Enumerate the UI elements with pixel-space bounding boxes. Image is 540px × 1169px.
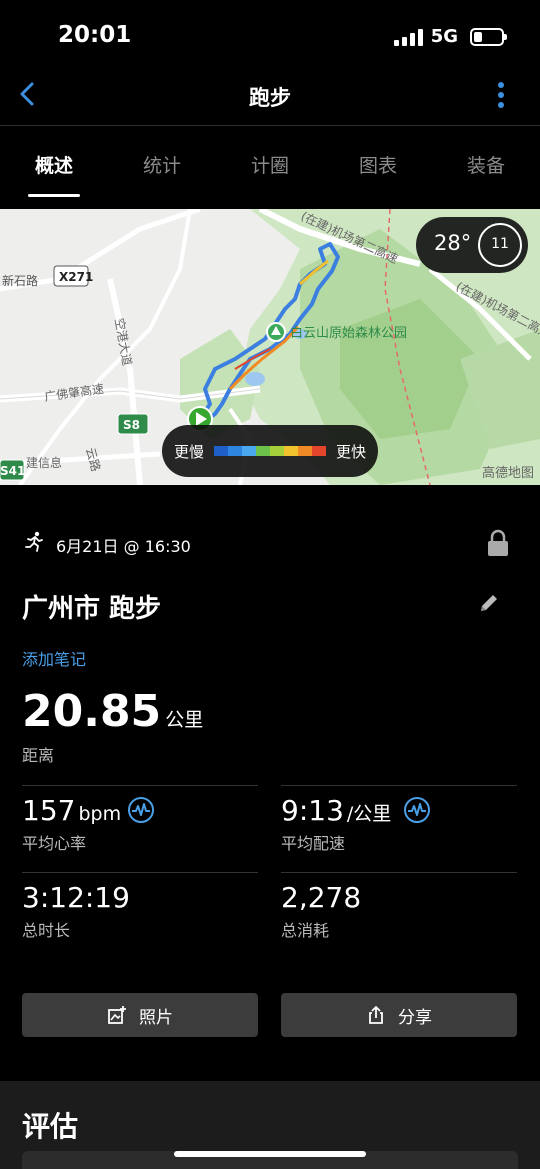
- avg-pace-label: 平均配速: [281, 834, 346, 853]
- more-options-icon[interactable]: [496, 81, 506, 109]
- activity-date: 6月21日 @ 16:30: [56, 537, 191, 556]
- map-label-x271: X271: [59, 270, 93, 284]
- distance-unit: 公里: [165, 709, 204, 731]
- edit-pencil-icon[interactable]: [478, 592, 500, 614]
- calories-stat: 2,278 总消耗: [281, 872, 517, 958]
- distance-value: 20.85: [22, 686, 162, 737]
- tab-gear[interactable]: 装备: [432, 127, 540, 207]
- lock-icon[interactable]: [486, 528, 510, 558]
- assessment-title: 评估: [22, 1110, 79, 1143]
- legend-fast-label: 更快: [335, 443, 366, 461]
- avg-heart-rate-stat: 157 bpm 平均心率: [22, 785, 258, 871]
- map-label-yunlu: 云路: [83, 446, 104, 473]
- weather-badge: 28° 11: [416, 217, 528, 273]
- navigation-bar: 跑步: [0, 72, 540, 126]
- map-label-s41: S41: [0, 464, 25, 478]
- pace-color-7: [298, 446, 312, 456]
- route-map[interactable]: 新石路 X271 白云山原始森林公园 (在建)机场第二高速 (在建)机场第二高速…: [0, 209, 540, 485]
- avg-hr-value: 157: [22, 794, 76, 827]
- avg-hr-unit: bpm: [78, 803, 122, 825]
- photos-button[interactable]: 照片: [22, 993, 258, 1037]
- battery-icon: [470, 27, 507, 46]
- map-label-park: 白云山原始森林公园: [290, 325, 407, 341]
- pace-color-3: [242, 446, 256, 456]
- avg-pace-stat: 9:13/公里 平均配速: [281, 785, 517, 871]
- tab-charts[interactable]: 图表: [324, 127, 432, 207]
- legend-slow-label: 更慢: [174, 443, 205, 461]
- pace-chart-icon[interactable]: [403, 796, 431, 824]
- pace-color-5: [270, 446, 284, 456]
- map-label-guangfo: 广佛肇高速: [43, 381, 105, 404]
- map-label-jinxinxi: 建信息: [26, 455, 62, 470]
- pace-color-8: [312, 446, 326, 456]
- map-label-s8: S8: [123, 418, 140, 432]
- calories-value: 2,278: [281, 881, 362, 914]
- duration-stat: 3:12:19 总时长: [22, 872, 258, 958]
- temperature-text: 28°: [434, 231, 472, 255]
- activity-meta: 6月21日 @ 16:30: [22, 528, 518, 560]
- map-label-konggang: 空港大道: [112, 317, 134, 367]
- pace-color-scale: [214, 446, 326, 456]
- pace-color-1: [214, 446, 228, 456]
- running-icon: [25, 531, 43, 552]
- share-button-label: 分享: [398, 1007, 432, 1028]
- status-time: 20:01: [58, 22, 132, 48]
- pace-legend: 更慢 更快: [162, 425, 378, 477]
- photos-button-label: 照片: [139, 1007, 173, 1028]
- distance-display: 20.85 公里: [22, 686, 203, 737]
- add-photo-icon: [108, 1006, 126, 1024]
- pace-color-6: [284, 446, 298, 456]
- share-icon: [369, 1006, 383, 1024]
- home-indicator[interactable]: [174, 1151, 366, 1157]
- activity-title: 广州市 跑步: [22, 594, 162, 624]
- add-note-link[interactable]: 添加笔记: [22, 646, 86, 670]
- pace-color-2: [228, 446, 242, 456]
- page-title: 跑步: [249, 86, 291, 110]
- signal-icon: [393, 28, 423, 46]
- distance-label: 距离: [22, 746, 55, 765]
- wind-compass-icon: 11: [478, 223, 522, 267]
- pace-color-4: [256, 446, 270, 456]
- avg-pace-unit: /公里: [346, 803, 392, 825]
- tab-overview[interactable]: 概述: [0, 127, 108, 207]
- status-indicators: 5G: [393, 26, 507, 47]
- calories-label: 总消耗: [281, 921, 330, 940]
- map-provider-logo: 高德地图: [481, 466, 534, 481]
- network-type: 5G: [430, 26, 458, 47]
- avg-hr-label: 平均心率: [22, 834, 87, 853]
- tab-stats[interactable]: 统计: [108, 127, 216, 207]
- duration-label: 总时长: [22, 921, 71, 940]
- tab-laps[interactable]: 计圈: [216, 127, 324, 207]
- tab-bar: 概述 统计 计圈 图表 装备: [0, 127, 540, 207]
- duration-value: 3:12:19: [22, 881, 130, 914]
- status-bar: 20:01 5G: [0, 0, 540, 72]
- avg-pace-value: 9:13: [281, 794, 344, 827]
- map-label-road-xinshi: 新石路: [2, 273, 38, 288]
- share-button[interactable]: 分享: [281, 993, 517, 1037]
- heart-rate-chart-icon[interactable]: [127, 796, 155, 824]
